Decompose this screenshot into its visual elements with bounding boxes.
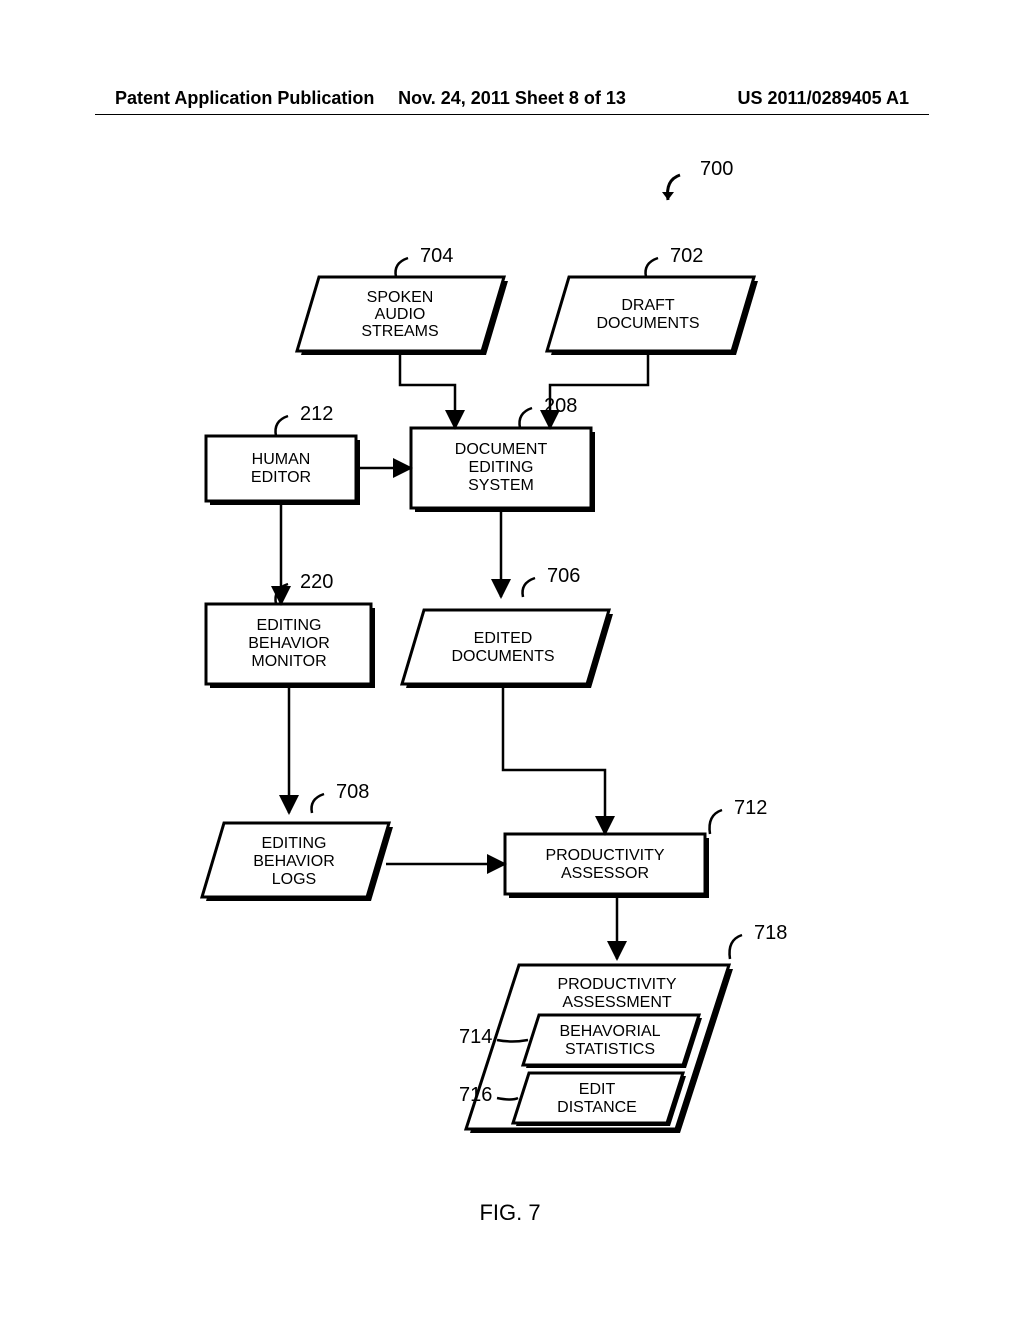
svg-text:BEHAVIOR: BEHAVIOR (253, 853, 335, 870)
svg-text:DOCUMENTS: DOCUMENTS (451, 648, 554, 665)
svg-text:HUMAN: HUMAN (252, 451, 311, 468)
node-draft-documents: DRAFT DOCUMENTS 702 (547, 245, 758, 355)
figure-label: FIG. 7 (479, 1200, 540, 1225)
svg-text:716: 716 (459, 1084, 492, 1106)
svg-text:EDITING: EDITING (262, 835, 327, 852)
svg-text:EDIT: EDIT (579, 1081, 616, 1098)
node-edited-documents: EDITED DOCUMENTS 706 (402, 565, 613, 688)
svg-text:EDITOR: EDITOR (251, 469, 311, 486)
svg-text:706: 706 (547, 565, 580, 587)
svg-text:714: 714 (459, 1026, 492, 1048)
arrow-704-to-208 (400, 355, 455, 428)
svg-text:STATISTICS: STATISTICS (565, 1041, 655, 1058)
svg-text:708: 708 (336, 781, 369, 803)
svg-text:DISTANCE: DISTANCE (557, 1099, 637, 1116)
flowchart-diagram: 700 SPOKEN AUDIO STREAMS 704 DRAFT DOCUM… (0, 0, 1024, 1320)
svg-text:BEHAVORIAL: BEHAVORIAL (559, 1023, 660, 1040)
svg-text:ASSESSOR: ASSESSOR (561, 865, 649, 882)
node-editing-behavior-logs: EDITING BEHAVIOR LOGS 708 (202, 781, 393, 901)
arrow-706-to-712 (503, 688, 605, 834)
svg-text:AUDIO: AUDIO (375, 306, 426, 323)
svg-text:712: 712 (734, 797, 767, 819)
node-productivity-assessor: PRODUCTIVITY ASSESSOR 712 (505, 797, 767, 898)
node-productivity-assessment: PRODUCTIVITY ASSESSMENT 718 BEHAVORIAL S… (459, 922, 787, 1133)
svg-text:BEHAVIOR: BEHAVIOR (248, 635, 330, 652)
svg-text:DOCUMENTS: DOCUMENTS (596, 315, 699, 332)
node-human-editor: HUMAN EDITOR 212 (206, 403, 360, 505)
svg-text:EDITING: EDITING (469, 459, 534, 476)
svg-text:EDITING: EDITING (257, 617, 322, 634)
node-editing-behavior-monitor: EDITING BEHAVIOR MONITOR 220 (206, 571, 375, 688)
ref-700: 700 (662, 158, 733, 200)
node-spoken-audio-streams: SPOKEN AUDIO STREAMS 704 (297, 245, 508, 355)
svg-text:704: 704 (420, 245, 453, 267)
svg-text:MONITOR: MONITOR (251, 653, 326, 670)
svg-text:718: 718 (754, 922, 787, 944)
node-document-editing-system: DOCUMENT EDITING SYSTEM 208 (411, 395, 595, 512)
svg-text:STREAMS: STREAMS (361, 323, 438, 340)
svg-text:DOCUMENT: DOCUMENT (455, 441, 548, 458)
svg-text:702: 702 (670, 245, 703, 267)
svg-text:SYSTEM: SYSTEM (468, 477, 534, 494)
svg-text:SPOKEN: SPOKEN (367, 289, 434, 306)
svg-text:PRODUCTIVITY: PRODUCTIVITY (545, 847, 664, 864)
svg-text:ASSESSMENT: ASSESSMENT (562, 994, 672, 1011)
arrow-702-to-208 (550, 355, 648, 428)
svg-text:220: 220 (300, 571, 333, 593)
svg-text:PRODUCTIVITY: PRODUCTIVITY (557, 976, 676, 993)
svg-text:LOGS: LOGS (272, 871, 316, 888)
svg-text:212: 212 (300, 403, 333, 425)
svg-text:700: 700 (700, 158, 733, 180)
svg-text:DRAFT: DRAFT (621, 297, 675, 314)
svg-text:EDITED: EDITED (474, 630, 533, 647)
